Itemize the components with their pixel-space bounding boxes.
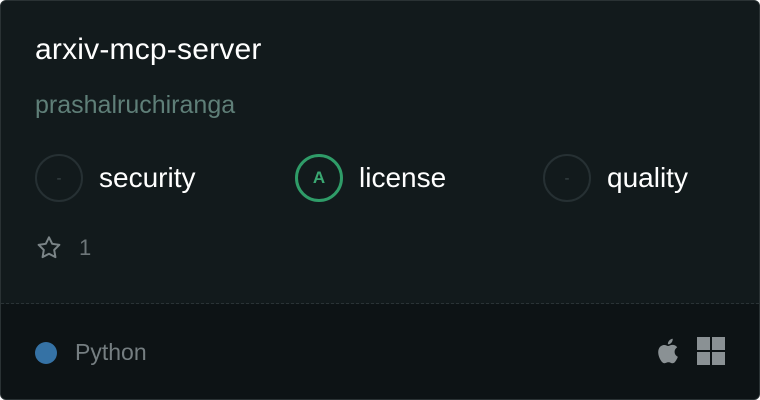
quality-grade-badge: - [543, 154, 591, 202]
security-grade-badge: - [35, 154, 83, 202]
star-icon [37, 236, 61, 259]
security-score: - security [35, 154, 195, 202]
quality-label: quality [607, 162, 688, 193]
quality-score: - quality [543, 154, 688, 202]
platform-icons [655, 337, 725, 365]
language-color-dot [35, 341, 57, 364]
security-label: security [99, 162, 196, 193]
language-indicator: Python [35, 339, 147, 366]
mcp-server-card[interactable]: arxiv-mcp-server prashalruchiranga - sec… [0, 0, 760, 400]
license-score: A license [295, 154, 446, 202]
server-name[interactable]: arxiv-mcp-server [35, 33, 262, 67]
license-label: license [359, 162, 447, 193]
license-grade-badge: A [295, 154, 343, 202]
card-footer: Python [1, 304, 759, 399]
star-count: 1 [35, 234, 91, 262]
star-count-value: 1 [79, 235, 92, 260]
card-body: arxiv-mcp-server prashalruchiranga - sec… [1, 1, 759, 303]
language-name: Python [75, 339, 147, 365]
windows-icon [697, 337, 725, 365]
server-author[interactable]: prashalruchiranga [35, 91, 235, 120]
apple-icon [658, 338, 678, 364]
